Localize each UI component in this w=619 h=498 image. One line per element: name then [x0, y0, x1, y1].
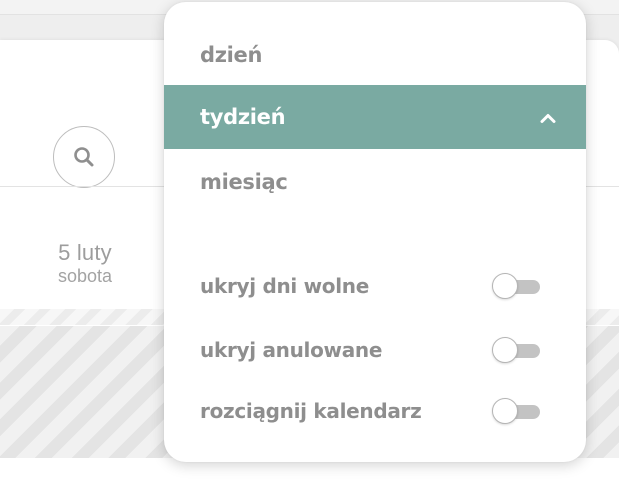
chevron-up-icon: [540, 105, 556, 129]
view-option-week[interactable]: tydzień: [164, 85, 586, 149]
day-date: 5 luty: [58, 240, 112, 265]
option-hide-cancelled: ukryj anulowane: [164, 326, 586, 374]
view-option-label: dzień: [200, 43, 263, 67]
toggle-knob: [492, 398, 518, 424]
view-option-label: miesiąc: [200, 170, 288, 194]
option-hide-days-off: ukryj dni wolne: [164, 262, 586, 310]
stretch-calendar-toggle[interactable]: [492, 397, 540, 425]
view-option-month[interactable]: miesiąc: [164, 150, 586, 214]
day-column-header[interactable]: 5 luty sobota: [30, 240, 140, 286]
option-stretch-calendar: rozciągnij kalendarz: [164, 387, 586, 435]
option-label: rozciągnij kalendarz: [200, 399, 422, 423]
view-dropdown-menu: dzień tydzień miesiąc ukryj dni wolne uk…: [164, 2, 586, 462]
toggle-knob: [492, 337, 518, 363]
view-option-label: tydzień: [200, 105, 286, 129]
hide-cancelled-toggle[interactable]: [492, 336, 540, 364]
option-label: ukryj anulowane: [200, 338, 383, 362]
search-button[interactable]: [53, 126, 115, 188]
toggle-knob: [492, 273, 518, 299]
hide-days-off-toggle[interactable]: [492, 272, 540, 300]
view-option-day[interactable]: dzień: [164, 23, 586, 87]
day-weekday: sobota: [57, 266, 113, 286]
search-icon: [73, 146, 95, 168]
option-label: ukryj dni wolne: [200, 274, 370, 298]
